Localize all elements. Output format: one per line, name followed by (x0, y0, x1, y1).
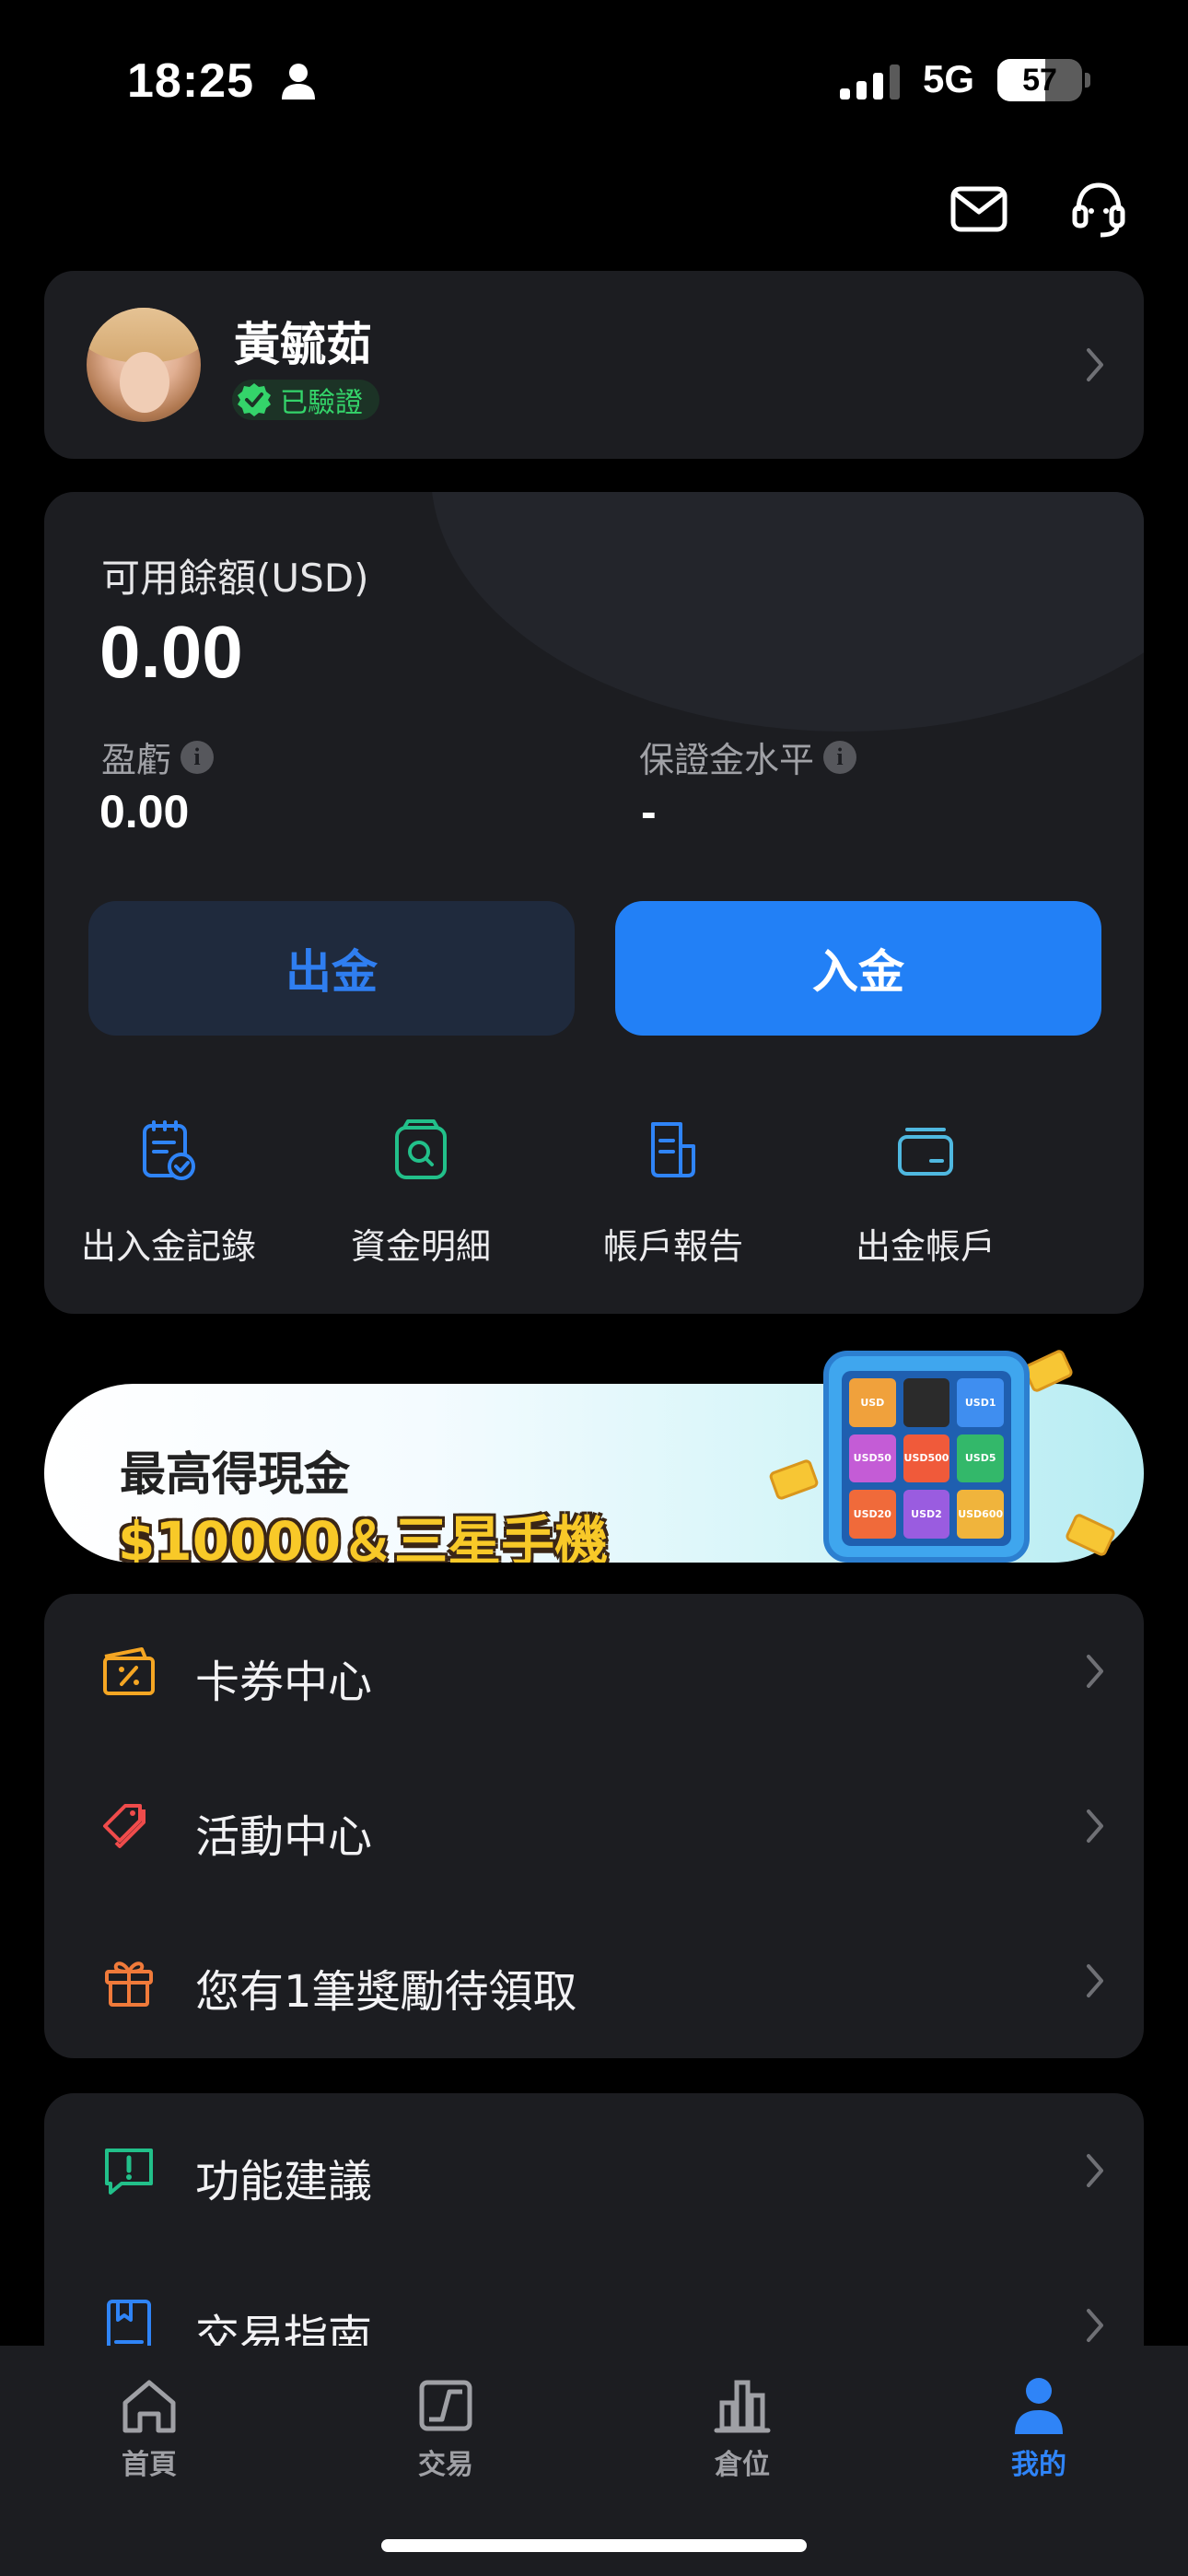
menu-item-label: 卡券中心 (195, 1657, 373, 1708)
home-indicator[interactable] (381, 2539, 807, 2552)
chevron-right-icon (1087, 348, 1103, 381)
prize-cell: USD2 (903, 1490, 950, 1539)
menu-item-pending-reward[interactable]: 您有1筆獎勵待領取 (44, 1903, 1144, 2058)
menu-group-rewards: 卡券中心 活動中心 您有1筆獎勵待領取 (44, 1594, 1144, 2058)
battery-icon: 57 (997, 59, 1082, 101)
chevron-right-icon (1087, 1809, 1103, 1843)
available-balance-label: 可用餘額(USD) (101, 556, 369, 601)
cellular-signal-icon (840, 64, 900, 100)
chevron-right-icon (1087, 1964, 1103, 1997)
wallet-card-icon (898, 1128, 953, 1176)
battery-tip (1085, 73, 1090, 88)
mail-icon[interactable] (947, 177, 1011, 241)
fund-search-icon (395, 1119, 447, 1179)
deposit-button[interactable]: 入金 (615, 901, 1101, 1036)
quick-action-label: 資金明細 (350, 1226, 491, 1267)
withdraw-button[interactable]: 出金 (88, 901, 575, 1036)
status-bar: 18:25 5G 57 (0, 0, 1188, 157)
verified-check-icon (238, 383, 271, 416)
network-type: 5G (923, 57, 975, 100)
tab-label: 我的 (1011, 2449, 1066, 2481)
feedback-icon (105, 2149, 153, 2195)
chevron-right-icon (1087, 2154, 1103, 2187)
margin-info-icon[interactable]: i (823, 740, 857, 774)
record-icon (143, 1120, 195, 1180)
tab-label: 交易 (418, 2449, 473, 2481)
tab-profile[interactable]: 我的 (956, 2346, 1122, 2484)
prize-cell: USD (849, 1378, 896, 1427)
trade-chart-icon (419, 2380, 472, 2431)
tab-home[interactable]: 首頁 (66, 2346, 232, 2484)
prize-cell: USD5 (957, 1434, 1004, 1483)
quick-action-withdraw-account[interactable]: 出金帳戶 (801, 1118, 1050, 1284)
tab-label: 首頁 (122, 2449, 177, 2481)
balance-card-glow (431, 492, 1144, 732)
gift-icon (105, 1961, 153, 2007)
tags-icon (103, 1804, 146, 1848)
coupon-icon (103, 1647, 155, 1695)
tab-positions[interactable]: 倉位 (659, 2346, 825, 2484)
prize-cell: USD20 (849, 1490, 896, 1539)
menu-item-label: 活動中心 (195, 1811, 373, 1863)
menu-item-feedback[interactable]: 功能建議 (44, 2093, 1144, 2248)
margin-level-label: 保證金水平 (639, 740, 815, 780)
battery-percent: 57 (1022, 62, 1057, 98)
user-name: 黃毓茹 (234, 318, 372, 371)
menu-item-label: 功能建議 (195, 2156, 373, 2207)
prize-machine-illustration: USD USD1 USD50 USD500 USD5 USD20 USD2 US… (823, 1351, 1030, 1563)
status-time: 18:25 (127, 54, 254, 108)
balance-card: 可用餘額(USD) 0.00 盈虧 i 0.00 保證金水平 i - 出金 入金… (44, 492, 1144, 1314)
quick-action-label: 帳戶報告 (602, 1226, 743, 1267)
report-icon (651, 1122, 695, 1177)
person-icon (282, 64, 315, 100)
quick-action-account-report[interactable]: 帳戶報告 (549, 1118, 798, 1284)
quick-action-fund-details[interactable]: 資金明細 (297, 1118, 545, 1284)
menu-item-label: 您有1筆獎勵待領取 (195, 1966, 577, 2018)
profile-card[interactable]: 黃毓茹 已驗證 (44, 271, 1144, 459)
verified-badge: 已驗證 (232, 380, 379, 420)
home-icon (122, 2380, 176, 2433)
prize-cell: USD600 (957, 1490, 1004, 1539)
tab-label: 倉位 (715, 2449, 770, 2481)
pnl-value: 0.00 (99, 786, 190, 837)
menu-item-coupon-center[interactable]: 卡券中心 (44, 1594, 1144, 1749)
avatar (87, 308, 201, 422)
menu-item-activity-center[interactable]: 活動中心 (44, 1749, 1144, 1903)
quick-action-label: 出入金記錄 (80, 1226, 256, 1267)
tab-trade[interactable]: 交易 (363, 2346, 529, 2484)
pnl-label-group: 盈虧 i (101, 732, 215, 782)
headset-icon[interactable] (1066, 177, 1131, 241)
promo-banner[interactable]: 最高得現金 $10000＆三星手機 USD USD1 USD50 USD500 … (44, 1345, 1144, 1563)
pnl-info-icon[interactable]: i (181, 740, 215, 774)
prize-cell: USD1 (957, 1378, 1004, 1427)
verified-label: 已驗證 (280, 387, 363, 419)
prize-cell: USD500 (903, 1434, 950, 1483)
margin-label-group: 保證金水平 i (639, 732, 857, 782)
pnl-label: 盈虧 (101, 740, 172, 780)
profile-icon (1015, 2378, 1063, 2434)
available-balance-value: 0.00 (99, 611, 243, 693)
positions-icon (714, 2380, 771, 2433)
quick-action-records[interactable]: 出入金記錄 (44, 1118, 293, 1284)
chevron-right-icon (1087, 1655, 1103, 1688)
promo-headline: 最高得現金 (120, 1447, 350, 1501)
prize-cell: USD50 (849, 1434, 896, 1483)
chevron-right-icon (1087, 2309, 1103, 2342)
prize-cell-phone (903, 1378, 950, 1427)
quick-action-label: 出金帳戶 (855, 1226, 996, 1267)
margin-level-value: - (641, 786, 657, 837)
promo-prize: $10000＆三星手機 (118, 1510, 609, 1563)
